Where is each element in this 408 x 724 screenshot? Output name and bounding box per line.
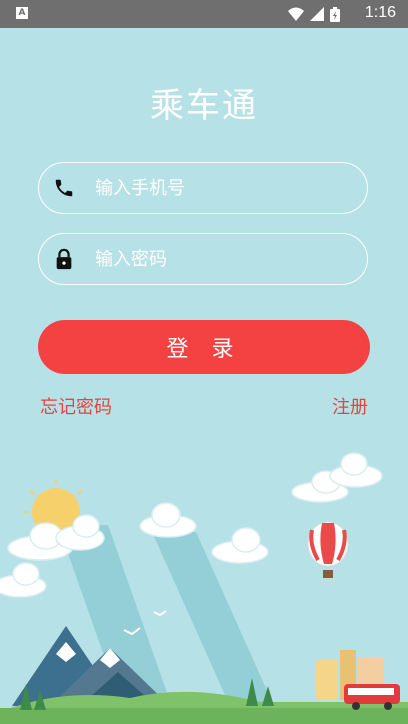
app-title: 乘车通 [150,86,258,126]
phone-icon [55,179,73,197]
system-icons [288,7,340,22]
signal-icon [310,7,324,21]
lock-icon [56,248,72,270]
hot-air-balloon-icon [307,521,349,578]
wifi-icon [288,7,304,21]
battery-icon [330,7,340,22]
status-bar: A 1:16 [0,0,408,28]
register-link[interactable]: 注册 [332,393,368,419]
background-illustration [0,452,408,724]
password-input[interactable] [93,234,357,285]
app-notification-icon: A [16,7,28,19]
password-field[interactable] [38,233,368,285]
phone-input[interactable] [93,163,357,214]
forgot-password-link[interactable]: 忘记密码 [40,393,112,419]
phone-field[interactable] [38,162,368,214]
clock: 1:16 [364,4,396,21]
login-button[interactable]: 登 录 [38,320,370,374]
